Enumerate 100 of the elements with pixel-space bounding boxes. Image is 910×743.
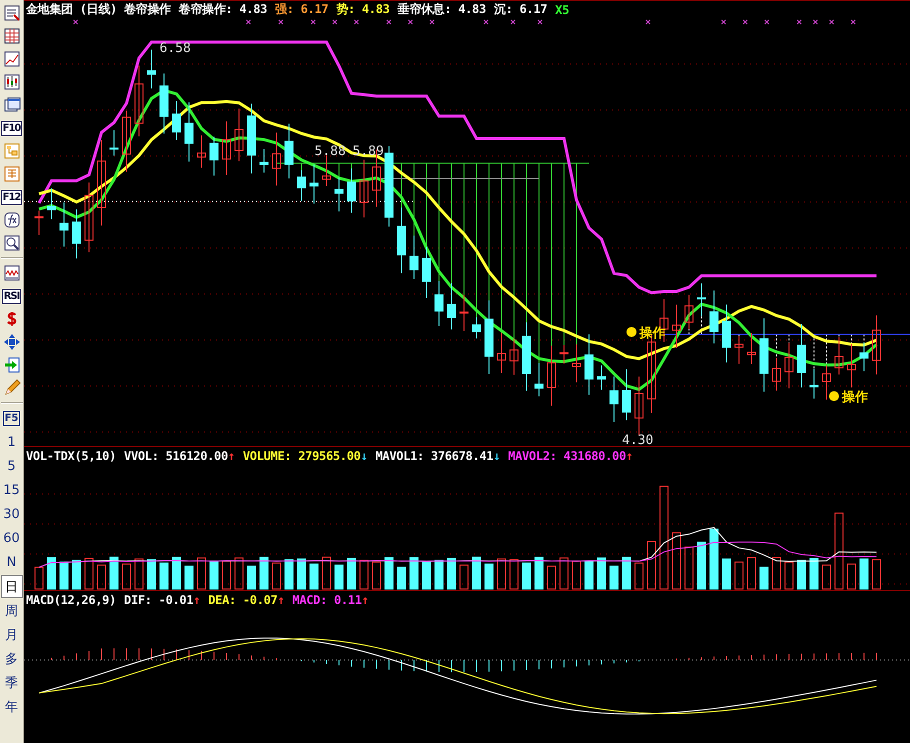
candlestick [247,103,256,174]
wave-chart-icon[interactable] [2,264,20,282]
report-icon[interactable] [2,4,20,22]
price-label: 5.88 [314,144,346,160]
candlestick [710,290,718,344]
candlestick [272,132,281,186]
period-button[interactable]: N [0,551,22,574]
formula-icon[interactable] [2,211,20,229]
document-icon[interactable] [2,165,20,183]
candlestick [110,130,118,156]
candlestick [360,159,368,218]
candlestick [672,304,681,348]
trend-arrow: ↑ [193,592,200,606]
indicator-reading: DIF: -0.01 [124,592,194,606]
candlestick [572,344,581,383]
indicator-reading: MACD: 0.11 [292,592,362,606]
candlestick [34,210,44,236]
trend-arrow: ↑ [228,448,235,462]
trend-arrow: ↓ [493,448,500,462]
candlestick [297,170,306,202]
candlestick [472,316,481,339]
candlestick [172,100,181,141]
candlestick [622,368,631,421]
candlestick [160,73,168,134]
trend-arrow: ↑ [626,448,633,462]
candlestick [510,338,518,376]
period-button[interactable]: 日 [0,575,22,598]
candlestick [560,344,568,364]
candlestick [822,364,831,400]
candlestick [810,368,818,400]
period-button[interactable]: 多 [0,647,22,670]
toolbar-button[interactable]: F10 [0,120,22,136]
period-button[interactable]: 季 [0,671,22,694]
windows-icon[interactable] [2,96,20,114]
candlestick [322,154,331,187]
candlestick [697,282,706,317]
period-button[interactable]: 年 [0,695,22,718]
signal-dot-icon [626,326,636,337]
period-button[interactable]: 30 [0,503,22,526]
trend-arrow: ↑ [362,592,369,606]
candlestick [260,148,268,174]
candlestick [597,364,606,390]
period-button[interactable]: 周 [0,599,22,622]
candlestick [134,65,144,137]
indicator-reading: 强: 6.17 [275,1,328,18]
candlestick [860,342,868,372]
candlestick [197,134,206,168]
price-label: 4.30 [622,432,654,446]
indicator-reading: 卷帘操作: 4.83 [178,1,268,18]
candlestick [422,246,431,298]
candlestick [834,336,844,375]
candlestick [634,376,644,436]
candlestick [434,280,444,327]
tree-icon[interactable] [2,142,20,160]
indicator-reading: MAVOL2: 431680.00 [508,448,626,462]
indicator-reading: VOLUME: 279565.00 [242,448,361,462]
candlestick [522,322,531,392]
candlestick [784,342,794,389]
indicator-reading: X5 [555,2,570,16]
candlestick [122,110,131,172]
indicator-reading: DEA: -0.07 [208,592,278,606]
candlestick [147,49,156,89]
indicator-title: VOL-TDX(5,10) [26,448,116,462]
trend-arrow: ↓ [360,448,368,462]
line-chart-icon[interactable] [2,50,20,68]
candlestick [584,334,594,396]
candlestick [60,202,68,248]
candlestick [847,344,856,388]
candlestick [547,345,556,406]
pencil-icon[interactable] [2,379,20,397]
indicator-reading: 垂帘休息: 4.83 [398,1,486,18]
candlestick [610,376,618,422]
exit-arrow-icon[interactable] [2,356,20,374]
magnifier-icon[interactable] [2,234,20,252]
toolbar-button[interactable]: RSI [2,288,22,304]
toolbar-button[interactable]: F12 [0,190,22,204]
candlestick [234,108,244,162]
indicator-title: MACD(12,26,9) [26,592,116,606]
candlestick [872,314,881,375]
indicator-reading: 势: 4.83 [336,1,390,18]
move-arrows-icon[interactable] [2,333,20,351]
candlestick-icon[interactable] [2,73,20,91]
candlestick [347,168,356,214]
table-icon[interactable] [2,27,20,45]
candlestick [47,188,56,220]
period-button[interactable]: 15 [0,479,22,502]
candlestick [284,123,294,179]
candlestick [310,164,318,204]
indicator-reading: MAVOL1: 376678.41 [376,448,494,462]
indicator-title: 金地集团 (日线) 卷帘操作 [26,1,171,18]
period-button[interactable]: 1 [0,431,22,454]
period-button[interactable]: 5 [0,455,22,478]
candlestick [460,294,468,332]
candlestick [747,332,756,365]
period-button[interactable]: 月 [0,623,22,646]
period-button[interactable]: 60 [0,527,22,550]
signal-dot-icon [829,391,839,402]
candlestick [797,323,806,388]
candlestick [397,207,406,274]
candlestick [497,332,506,374]
